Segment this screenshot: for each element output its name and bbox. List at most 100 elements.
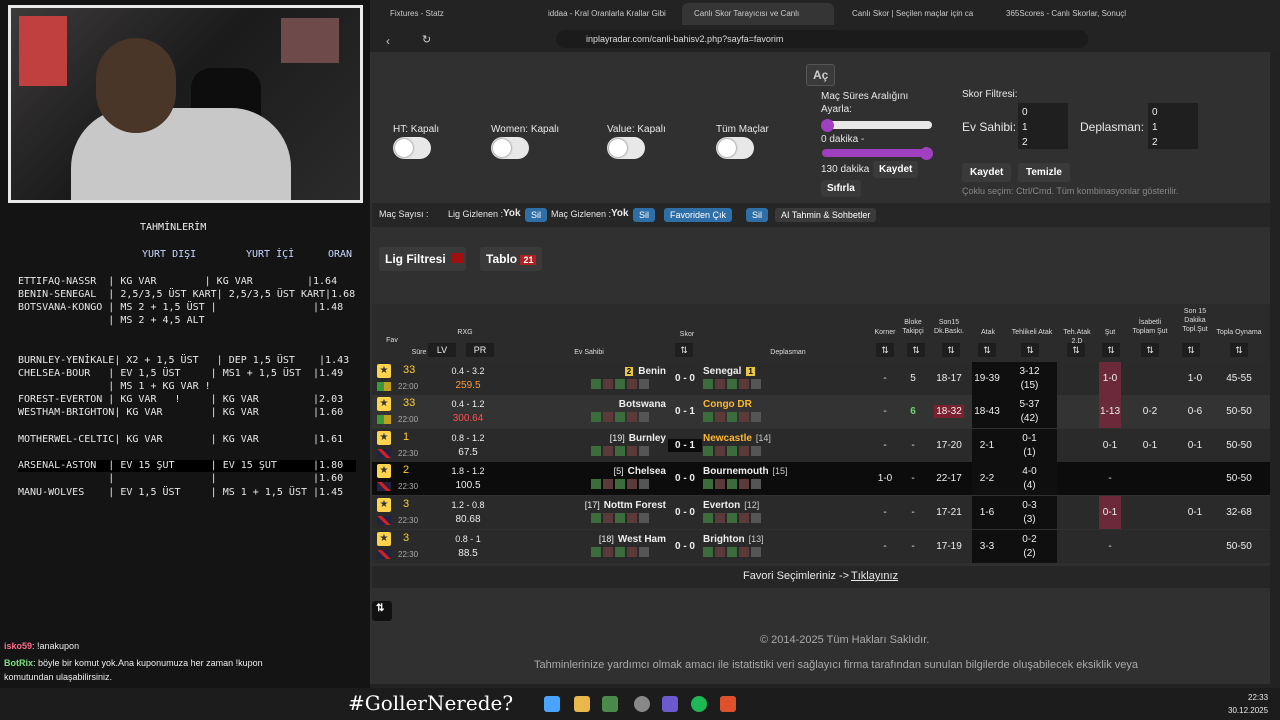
form-badge <box>703 446 713 456</box>
cell-sut: 0-1 <box>1099 496 1121 529</box>
form-badge <box>615 412 625 422</box>
tab-canli-skor[interactable]: Canlı Skor Tarayıcısı ve Canlı <box>682 3 834 25</box>
board-row: ARSENAL-ASTON | EV 15 ŞUT | EV 15 ŞUT |1… <box>18 460 356 472</box>
tab-iddaa[interactable]: iddaa - Kral Oranlarla Krallar Gibi <box>536 3 676 25</box>
scroll-top-button[interactable]: ⇅ <box>372 601 392 621</box>
stream-panel: TAHMİNLERİM YURT DIŞI YURT İÇİ ORAN ETTI… <box>0 0 370 720</box>
away-rank: [14] <box>755 433 771 443</box>
back-icon[interactable]: ‹ <box>386 34 390 48</box>
remove-favorite-button[interactable]: Favoriden Çık <box>664 208 733 222</box>
sort-teh2d-button[interactable]: ⇅ <box>1067 343 1085 357</box>
cell-top: 50-50 <box>1226 541 1252 552</box>
brave-icon[interactable] <box>720 696 736 712</box>
away-score-select[interactable]: 012 <box>1148 103 1198 149</box>
form-badge <box>627 379 637 389</box>
favorites-link[interactable]: Tıklayınız <box>851 570 898 582</box>
min-knob[interactable] <box>821 119 834 132</box>
table-button[interactable]: Tablo 21 <box>480 247 543 271</box>
sort-bloke-button[interactable]: ⇅ <box>907 343 925 357</box>
spotify-icon[interactable] <box>691 696 707 712</box>
form-badge <box>615 513 625 523</box>
form-badge <box>703 513 713 523</box>
form-badge <box>639 379 649 389</box>
discord-icon[interactable] <box>662 696 678 712</box>
cell-teh2: (3) <box>1023 514 1036 525</box>
chat-username[interactable]: BotRix <box>4 658 33 668</box>
board-title: TAHMİNLERİM <box>140 222 207 233</box>
open-button[interactable]: Aç <box>806 64 836 86</box>
cell-korner: - <box>883 507 887 518</box>
away-team: Everton [12] <box>703 499 759 512</box>
chrome-icon[interactable] <box>634 696 650 712</box>
clear-button[interactable]: Temizle <box>1018 163 1070 182</box>
ai-dropdown[interactable]: AI Tahmin & Sohbetler <box>775 208 877 222</box>
match-delete-button[interactable]: Sil <box>633 208 656 222</box>
form-badge <box>591 446 601 456</box>
score-save-button[interactable]: Kaydet <box>962 163 1012 182</box>
sort-son15-button[interactable]: ⇅ <box>942 343 960 357</box>
form-badge <box>751 412 761 422</box>
chat-username[interactable]: isko59 <box>4 641 32 651</box>
cell-teh2: (42) <box>1020 413 1039 424</box>
reload-icon[interactable]: ↻ <box>422 33 431 46</box>
cell-bloke: - <box>911 507 915 518</box>
app-icon[interactable] <box>602 696 618 712</box>
match-minute: 2 <box>403 464 410 476</box>
table-row: ★ 2 22:30 1.8 - 1.2 100.5 [5] Chelsea 0 - 0 Bour… <box>372 462 1270 495</box>
away-card-count: 1 <box>746 367 755 376</box>
league-delete-button[interactable]: Sil <box>525 208 548 222</box>
favorite-star-icon[interactable]: ★ <box>377 498 391 512</box>
form-badge <box>615 479 625 489</box>
favorite-star-icon[interactable]: ★ <box>377 397 391 411</box>
header-skor: Skor <box>679 331 695 338</box>
sort-skor-button[interactable]: ⇅ <box>675 343 693 357</box>
form-badge <box>715 412 725 422</box>
sort-isabetli-button[interactable]: ⇅ <box>1141 343 1159 357</box>
cell-bloke: - <box>911 473 915 484</box>
favorite-star-icon[interactable]: ★ <box>377 364 391 378</box>
tab-365scores[interactable]: 365Scores - Canlı Skorlar, Sonuçl <box>994 3 1144 25</box>
duration-save-button[interactable]: Kaydet <box>873 161 919 178</box>
min-slider[interactable] <box>822 121 932 129</box>
address-bar[interactable]: inplayradar.com/canli-bahisv2.php?sayfa=… <box>556 30 1088 48</box>
tab-fixtures[interactable]: Fixtures - Statz <box>378 3 528 25</box>
league-filter-button[interactable]: Lig Filtresi <box>379 247 466 271</box>
sort-tehatak-button[interactable]: ⇅ <box>1021 343 1039 357</box>
match-minute: 1 <box>403 431 410 443</box>
start-icon[interactable] <box>544 696 560 712</box>
cell-sut: 1-0 <box>1099 362 1121 395</box>
max-knob[interactable] <box>920 147 933 160</box>
all-matches-toggle[interactable] <box>716 137 754 159</box>
cell-son15: 17-19 <box>936 541 962 552</box>
sort-pr-button[interactable]: PR <box>466 343 494 357</box>
away-form <box>703 412 763 426</box>
home-score-select[interactable]: 012 <box>1018 103 1068 149</box>
sort-sut-button[interactable]: ⇅ <box>1102 343 1120 357</box>
sort-topla-button[interactable]: ⇅ <box>1230 343 1248 357</box>
folder-icon[interactable] <box>574 696 590 712</box>
form-badge <box>751 379 761 389</box>
sort-lv-button[interactable]: LV <box>428 343 456 357</box>
sort-atak-button[interactable]: ⇅ <box>978 343 996 357</box>
form-badge <box>703 412 713 422</box>
value-toggle[interactable] <box>607 137 645 159</box>
women-toggle[interactable] <box>491 137 529 159</box>
cell-son15: 22-17 <box>936 473 962 484</box>
cell-isa: 0-2 <box>1142 406 1158 417</box>
sort-korner-button[interactable]: ⇅ <box>876 343 894 357</box>
favorite-star-icon[interactable]: ★ <box>377 431 391 445</box>
sort-son15s-button[interactable]: ⇅ <box>1182 343 1200 357</box>
cell-teh2: (1) <box>1023 447 1036 458</box>
favorite-star-icon[interactable]: ★ <box>377 532 391 546</box>
cell-s15: 0-1 <box>1187 440 1203 451</box>
reset-button[interactable]: Sıfırla <box>821 180 861 197</box>
max-slider[interactable] <box>822 149 927 157</box>
favorite-star-icon[interactable]: ★ <box>377 464 391 478</box>
cell-teh2: (15) <box>1020 380 1039 391</box>
fav-delete-button[interactable]: Sil <box>746 208 769 222</box>
ht-toggle[interactable] <box>393 137 431 159</box>
flag-icon <box>377 415 391 424</box>
tab-canli-skor-2[interactable]: Canlı Skor | Seçilen maçlar için ca <box>840 3 988 25</box>
ht-label: HT: Kapalı <box>393 124 440 135</box>
board-col1: YURT DIŞI <box>142 249 197 260</box>
